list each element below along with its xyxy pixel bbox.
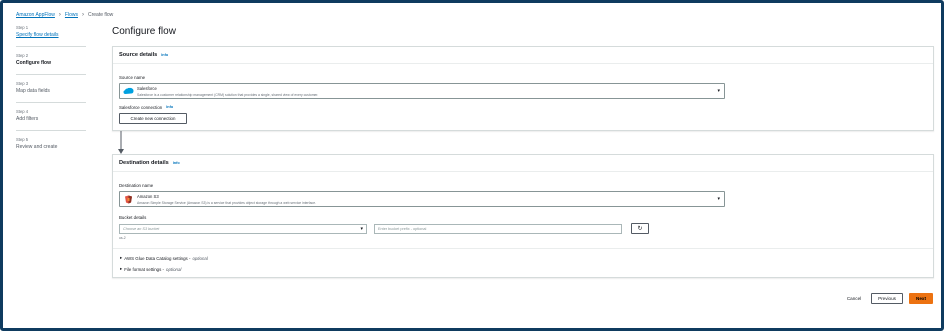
caret-down-icon: ▾ [717, 88, 720, 94]
source-details-header: Source details Info [113, 47, 933, 64]
previous-button[interactable]: Previous [871, 292, 903, 304]
refresh-button[interactable]: ↻ [631, 223, 649, 234]
step-label-link[interactable]: Specify flow details [16, 32, 88, 38]
glue-catalog-settings-label: AWS Glue Data Catalog settings - [124, 255, 191, 261]
destination-name-label: Destination name [119, 183, 154, 188]
salesforce-connection-label-row: Salesforce connection Info [119, 105, 173, 110]
file-format-settings-expander[interactable]: ▸ File format settings - optional [120, 266, 181, 272]
step-number: Step 4 [16, 109, 29, 114]
bucket-prefix-input[interactable]: Enter bucket prefix - optional [374, 224, 622, 234]
region-hint: us-2 [119, 236, 126, 240]
step-number: Step 3 [16, 81, 29, 86]
step-label: Map data fields [16, 88, 50, 94]
chevron-right-icon: › [81, 12, 84, 18]
salesforce-cloud-icon [123, 87, 134, 94]
glue-optional-label: optional [192, 255, 208, 261]
create-new-connection-button[interactable]: Create new connection [119, 113, 187, 124]
destination-name-select[interactable]: Amazon S3 Amazon Simple Storage Service … [119, 191, 725, 207]
source-selected-description: Salesforce is a customer relationship ma… [137, 92, 319, 97]
wizard-step-4: Step 4 Add filters [16, 109, 88, 122]
wizard-footer: Cancel Previous Next [843, 292, 933, 304]
chevron-right-icon: › [58, 12, 61, 18]
bucket-details-label: Bucket details [119, 215, 147, 220]
source-selected-title: Salesforce [137, 86, 157, 91]
breadcrumb-appflow-link[interactable]: Amazon AppFlow [16, 12, 55, 18]
next-button[interactable]: Next [909, 292, 933, 304]
glue-catalog-settings-expander[interactable]: ▸ AWS Glue Data Catalog settings - optio… [120, 255, 208, 261]
destination-selected-description: Amazon Simple Storage Service (Amazon S3… [137, 200, 317, 205]
caret-down-icon: ▾ [717, 196, 720, 202]
step-number: Step 5 [16, 137, 29, 142]
wizard-step-2: Step 2 Configure flow [16, 53, 88, 66]
caret-right-icon: ▸ [120, 266, 123, 271]
step-divider [16, 102, 86, 103]
wizard-step-1[interactable]: Step 1 Specify flow details [16, 25, 88, 38]
caret-right-icon: ▸ [120, 255, 123, 260]
step-label-current: Configure flow [16, 60, 51, 66]
divider [113, 248, 933, 249]
source-name-label: Source name [119, 75, 146, 80]
destination-details-header: Destination details Info [113, 155, 933, 172]
step-number: Step 1 [16, 25, 29, 30]
wizard-step-3: Step 3 Map data fields [16, 81, 88, 94]
salesforce-connection-label: Salesforce connection [119, 105, 163, 110]
wizard-step-5: Step 5 Review and create [16, 137, 88, 150]
source-details-panel: Source details Info Source name Salesfor… [112, 46, 934, 131]
flow-arrow-icon [118, 131, 124, 154]
refresh-icon: ↻ [637, 226, 643, 232]
s3-bucket-placeholder: Choose an S3 bucket [123, 227, 160, 231]
destination-info-link[interactable]: Info [173, 161, 180, 165]
step-number: Step 2 [16, 53, 29, 58]
file-format-optional-label: optional [166, 266, 182, 272]
destination-details-heading: Destination details [119, 160, 169, 166]
app-frame: Amazon AppFlow › Flows › Create flow Ste… [0, 0, 944, 331]
page-title: Configure flow [112, 26, 176, 37]
connection-info-link[interactable]: Info [166, 105, 173, 110]
breadcrumb-current: Create flow [87, 12, 114, 18]
file-format-settings-label: File format settings - [124, 266, 164, 272]
source-info-link[interactable]: Info [161, 53, 168, 57]
cancel-button[interactable]: Cancel [843, 293, 865, 304]
destination-selected-title: Amazon S3 [137, 194, 159, 199]
wizard-steps: Step 1 Specify flow details Step 2 Confi… [16, 25, 88, 158]
source-name-select[interactable]: Salesforce Salesforce is a customer rela… [119, 83, 725, 99]
s3-bucket-select[interactable]: Choose an S3 bucket ▾ [119, 224, 367, 234]
destination-details-panel: Destination details Info Destination nam… [112, 154, 934, 278]
step-divider [16, 130, 86, 131]
step-label: Add filters [16, 116, 39, 122]
step-divider [16, 74, 86, 75]
bucket-prefix-placeholder: Enter bucket prefix - optional [378, 227, 427, 231]
step-label: Review and create [16, 144, 58, 150]
source-details-heading: Source details [119, 52, 158, 58]
breadcrumb: Amazon AppFlow › Flows › Create flow [16, 12, 113, 18]
amazon-s3-bucket-icon [125, 195, 132, 204]
step-divider [16, 46, 86, 47]
caret-down-icon: ▾ [360, 226, 363, 232]
breadcrumb-flows-link[interactable]: Flows [65, 12, 78, 18]
